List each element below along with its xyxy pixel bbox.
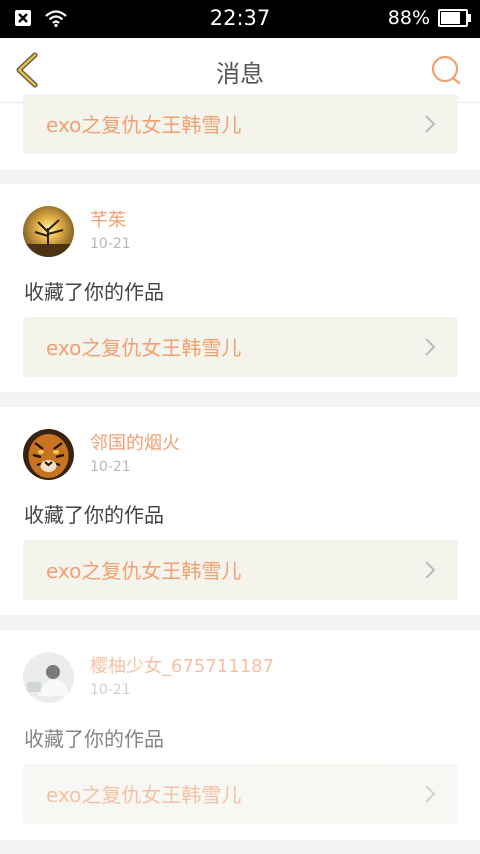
- status-bar: 22:37 88%: [0, 0, 480, 38]
- message-date: 10-21: [90, 236, 131, 252]
- user-row: 樱柚少女_675711187 10-21: [23, 652, 274, 704]
- chevron-right-icon: [425, 115, 436, 133]
- username[interactable]: 邻国的烟火: [90, 434, 180, 454]
- work-title: exo之复仇女王韩雪儿: [46, 783, 242, 807]
- work-link[interactable]: exo之复仇女王韩雪儿: [23, 94, 458, 154]
- action-text: 收藏了你的作品: [24, 727, 164, 751]
- avatar[interactable]: [23, 652, 74, 703]
- work-title: exo之复仇女王韩雪儿: [46, 113, 242, 137]
- username[interactable]: 樱柚少女_675711187: [90, 657, 274, 677]
- message-card: 芊茱 10-21 收藏了你的作品 exo之复仇女王韩雪儿: [0, 184, 480, 392]
- message-date: 10-21: [90, 459, 131, 475]
- search-icon: [431, 55, 461, 85]
- work-title: exo之复仇女王韩雪儿: [46, 336, 242, 360]
- chevron-right-icon: [425, 561, 436, 579]
- message-card: 邻国的烟火 10-21 收藏了你的作品 exo之复仇女王韩雪儿: [0, 407, 480, 615]
- user-row: 芊茱 10-21: [23, 206, 131, 258]
- avatar[interactable]: [23, 429, 74, 480]
- user-row: 邻国的烟火 10-21: [23, 429, 180, 481]
- battery-level-fill: [441, 12, 461, 24]
- avatar[interactable]: [23, 206, 74, 257]
- message-date: 10-21: [90, 682, 131, 698]
- chevron-right-icon: [425, 785, 436, 803]
- search-button[interactable]: [428, 52, 464, 88]
- work-link[interactable]: exo之复仇女王韩雪儿: [23, 317, 458, 377]
- work-link[interactable]: exo之复仇女王韩雪儿: [23, 540, 458, 600]
- battery-percent: 88%: [387, 7, 430, 29]
- message-card: 樱柚少女_675711187 10-21 收藏了你的作品 exo之复仇女王韩雪儿: [0, 630, 480, 840]
- page-title: 消息: [216, 60, 264, 88]
- battery-status: 88%: [387, 7, 471, 29]
- chevron-right-icon: [425, 338, 436, 356]
- action-text: 收藏了你的作品: [24, 503, 164, 527]
- username[interactable]: 芊茱: [90, 211, 131, 231]
- action-text: 收藏了你的作品: [24, 280, 164, 304]
- work-link[interactable]: exo之复仇女王韩雪儿: [23, 764, 458, 824]
- work-title: exo之复仇女王韩雪儿: [46, 559, 242, 583]
- battery-icon: [438, 9, 471, 27]
- message-card: exo之复仇女王韩雪儿: [0, 94, 480, 170]
